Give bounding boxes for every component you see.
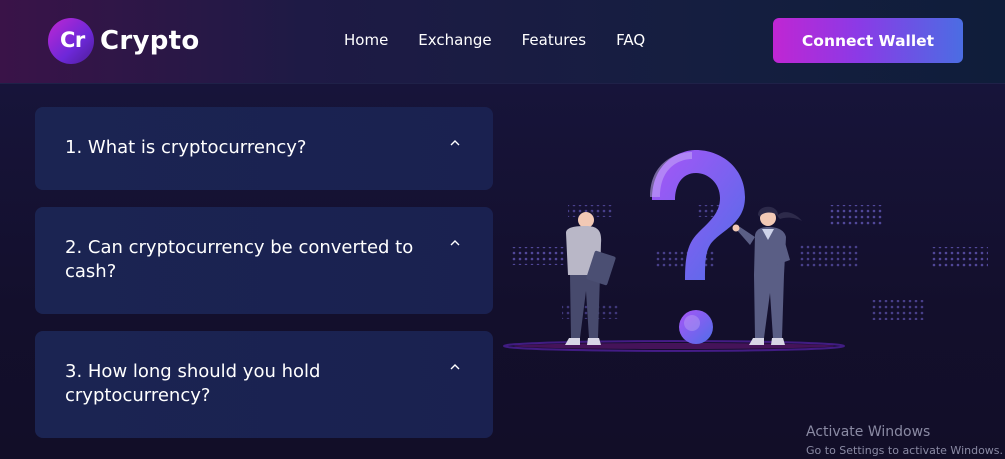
connect-wallet-button[interactable]: Connect Wallet bbox=[773, 18, 963, 63]
chevron-up-icon[interactable] bbox=[449, 238, 461, 250]
chevron-up-icon[interactable] bbox=[449, 138, 461, 150]
nav-home[interactable]: Home bbox=[344, 31, 388, 49]
nav-exchange[interactable]: Exchange bbox=[418, 31, 491, 49]
brand-name: Crypto bbox=[100, 26, 200, 56]
faq-item-1[interactable]: 1. What is cryptocurrency? bbox=[35, 107, 493, 190]
faq-question: 3. How long should you hold cryptocurren… bbox=[65, 361, 321, 406]
faq-illustration bbox=[500, 95, 1000, 369]
watermark-title: Activate Windows bbox=[806, 424, 931, 440]
nav-faq[interactable]: FAQ bbox=[616, 31, 645, 49]
question-illustration bbox=[503, 150, 988, 352]
faq-question: 2. Can cryptocurrency be converted to ca… bbox=[65, 237, 414, 282]
faq-item-2[interactable]: 2. Can cryptocurrency be converted to ca… bbox=[35, 207, 493, 314]
faq-item-3[interactable]: 3. How long should you hold cryptocurren… bbox=[35, 331, 493, 438]
windows-activation-watermark: Activate Windows Go to Settings to activ… bbox=[806, 424, 1003, 458]
chevron-up-icon[interactable] bbox=[449, 362, 461, 374]
site-header: Cr Crypto Home Exchange Features FAQ Con… bbox=[0, 0, 1005, 84]
faq-question: 1. What is cryptocurrency? bbox=[65, 137, 307, 158]
main-nav: Home Exchange Features FAQ bbox=[344, 31, 675, 49]
logo-mark: Cr bbox=[60, 28, 85, 52]
brand-logo[interactable]: Cr Crypto bbox=[48, 18, 200, 64]
nav-features[interactable]: Features bbox=[522, 31, 587, 49]
watermark-subtitle: Go to Settings to activate Windows. bbox=[806, 444, 1004, 457]
